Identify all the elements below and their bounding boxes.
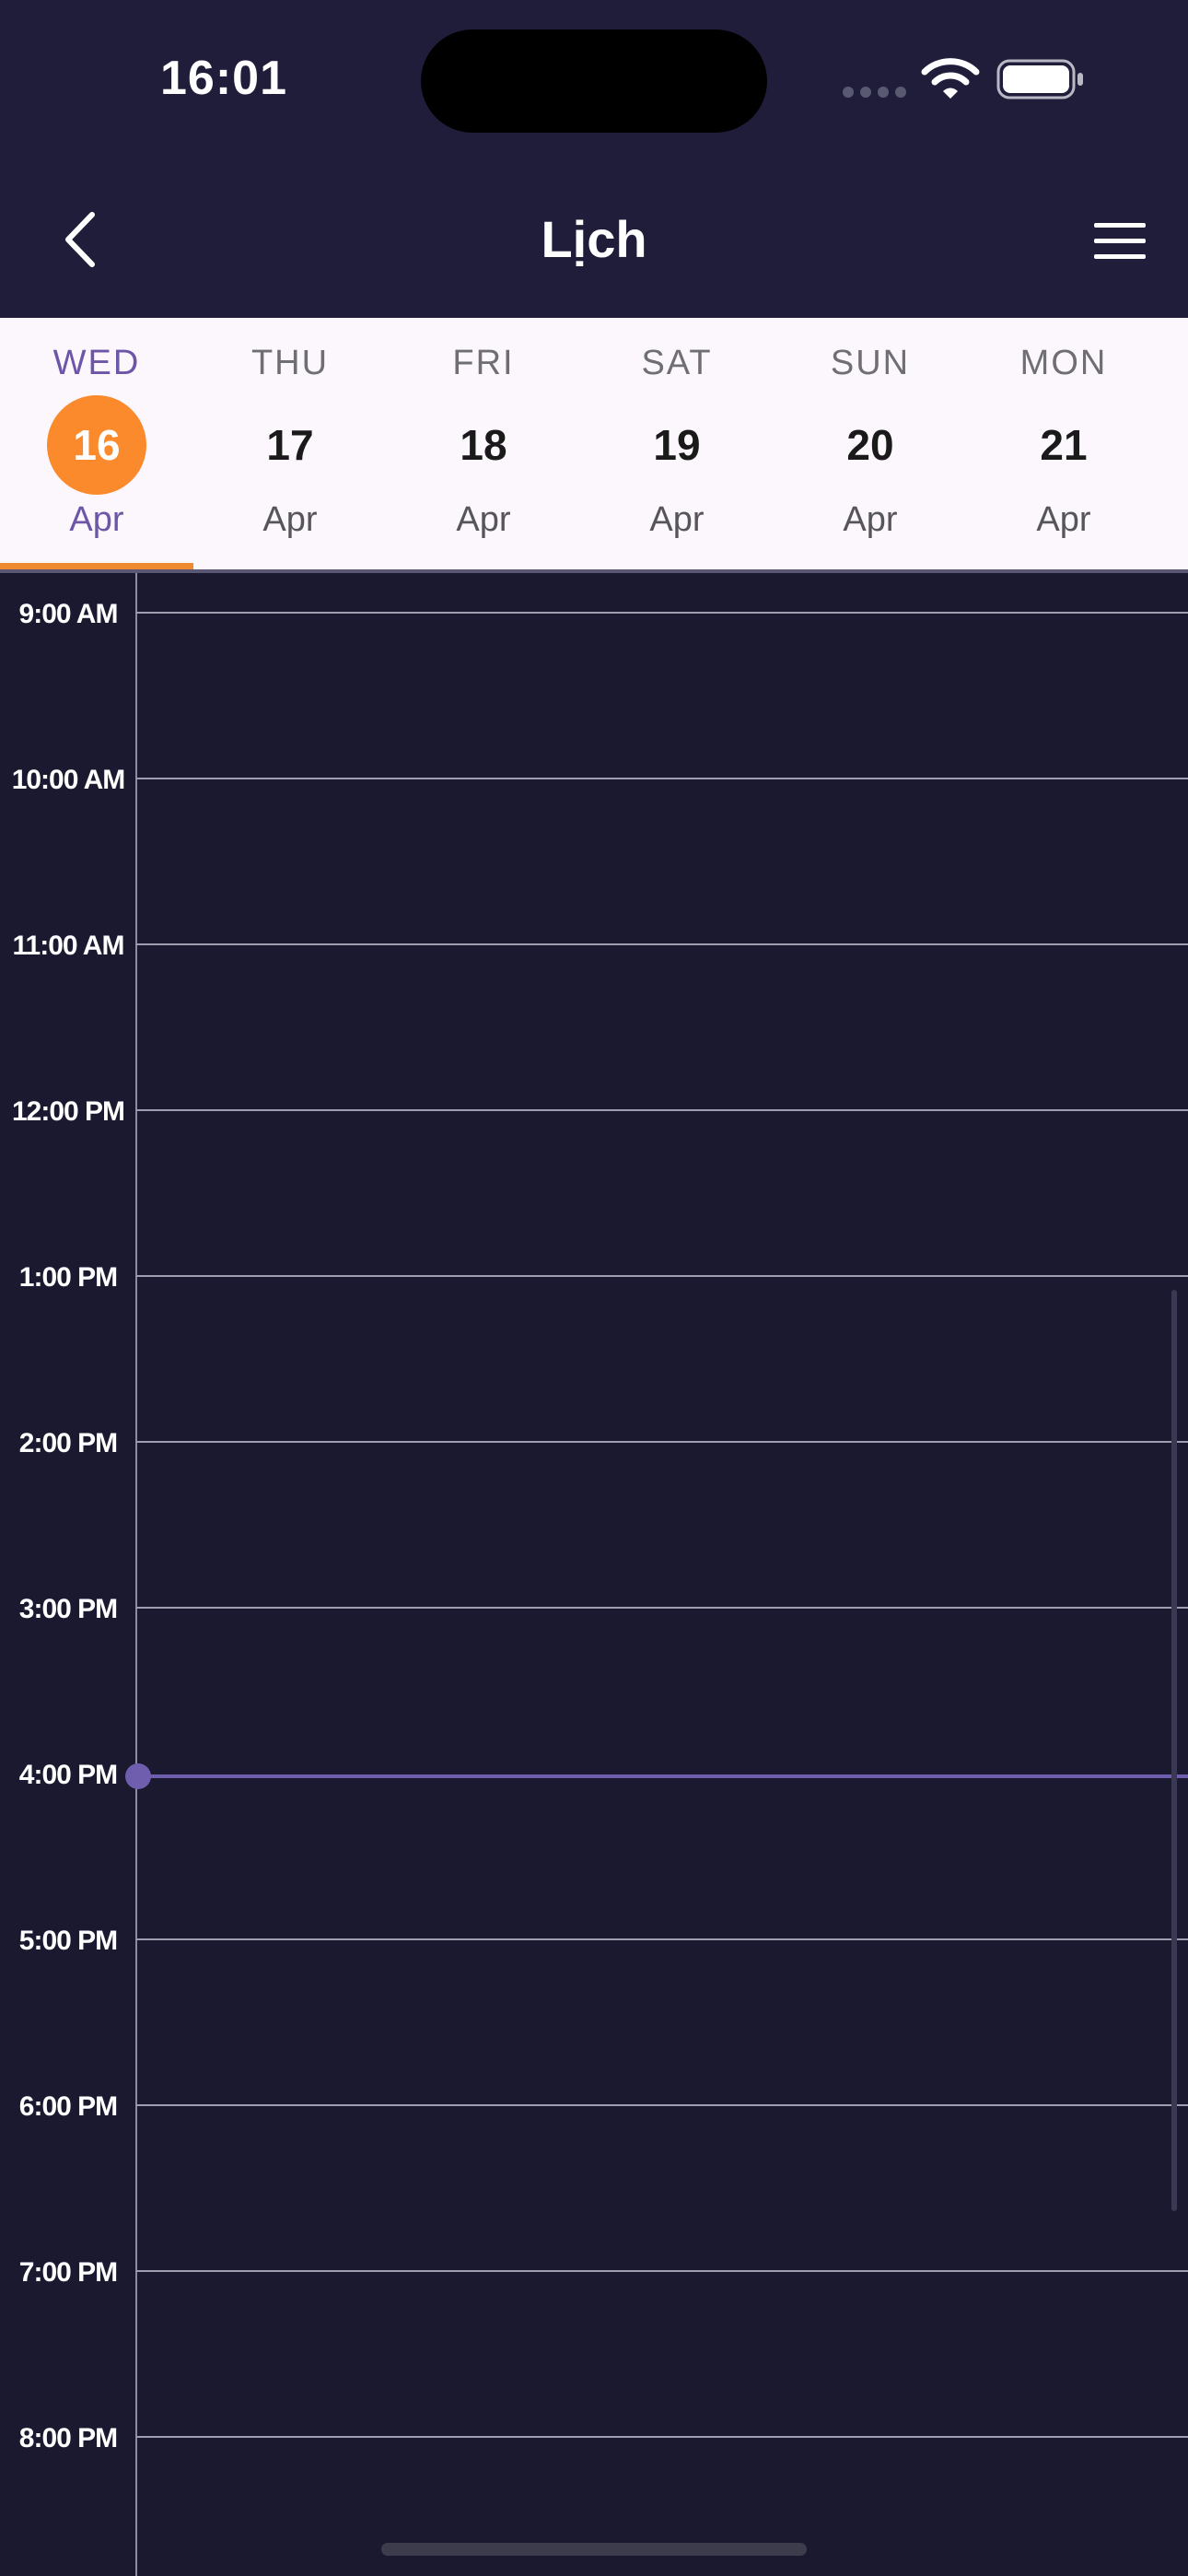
hour-label: 11:00 AM [12,931,125,961]
battery-icon [996,59,1083,100]
wifi-icon [921,58,980,99]
status-bar: 16:01 [0,0,1188,161]
day-month: Apr [843,500,898,539]
day-of-week: THU [250,344,330,382]
day-item-sat-19[interactable]: SAT 19 Apr [580,318,774,569]
day-item-wed-16[interactable]: WED 16 Apr [0,318,193,569]
hour-gridline [136,778,1188,779]
hour-label: 1:00 PM [18,1262,118,1293]
home-indicator[interactable] [381,2543,807,2556]
day-item-fri-18[interactable]: FRI 18 Apr [387,318,580,569]
day-number: 19 [653,421,701,469]
day-number: 17 [266,421,314,469]
hour-label: 6:00 PM [18,2091,118,2122]
hamburger-menu-icon [1094,223,1146,259]
scrollbar-thumb[interactable] [1171,1290,1177,2211]
hour-label: 5:00 PM [18,1926,118,1956]
current-time-dot [125,1763,151,1789]
day-of-week: WED [52,344,141,382]
day-month: Apr [262,500,318,539]
day-month: Apr [69,500,124,539]
app-header: Lịch [0,161,1188,318]
hour-gridline [136,1938,1188,1940]
dynamic-island [421,29,767,133]
hour-gridline [136,1607,1188,1609]
hour-gridline [136,2104,1188,2106]
hour-label: 7:00 PM [18,2257,118,2288]
hour-label: 9:00 AM [18,599,119,629]
hour-label: 8:00 PM [18,2423,118,2453]
day-number: 16 [47,395,146,495]
hour-gridline [136,1275,1188,1277]
selected-day-indicator [0,563,193,569]
status-time: 16:01 [160,52,287,105]
day-of-week: SUN [830,344,911,382]
cellular-signal-icon [843,87,906,98]
day-month: Apr [456,500,511,539]
day-timeline[interactable]: 9:00 AM 10:00 AM 11:00 AM 12:00 PM 1:00 … [0,573,1188,2576]
day-of-week: MON [1019,344,1108,382]
day-item-mon-21[interactable]: MON 21 Apr [967,318,1160,569]
hour-gridline [136,1441,1188,1443]
hour-gridline [136,2270,1188,2272]
hour-gridline [136,943,1188,945]
day-month: Apr [1036,500,1091,539]
current-time-line [138,1774,1188,1778]
day-item-sun-20[interactable]: SUN 20 Apr [774,318,967,569]
hour-gridline [136,1109,1188,1111]
menu-button[interactable] [1085,212,1155,271]
hour-label: 4:00 PM [18,1760,118,1790]
day-item-thu-17[interactable]: THU 17 Apr [193,318,387,569]
day-number: 21 [1040,421,1088,469]
page-title: Lịch [541,210,647,268]
day-number: 20 [846,421,894,469]
day-of-week: FRI [452,344,515,382]
week-day-selector: WED 16 Apr THU 17 Apr FRI 18 Apr SAT 19 … [0,318,1188,569]
hour-gridline [136,2436,1188,2438]
hour-label: 3:00 PM [18,1594,118,1624]
day-of-week: SAT [641,344,713,382]
day-month: Apr [649,500,705,539]
hour-label: 10:00 AM [11,765,126,795]
hour-label: 12:00 PM [11,1096,125,1127]
day-number: 18 [460,421,507,469]
hour-label: 2:00 PM [18,1428,118,1458]
hour-gridline [136,612,1188,614]
